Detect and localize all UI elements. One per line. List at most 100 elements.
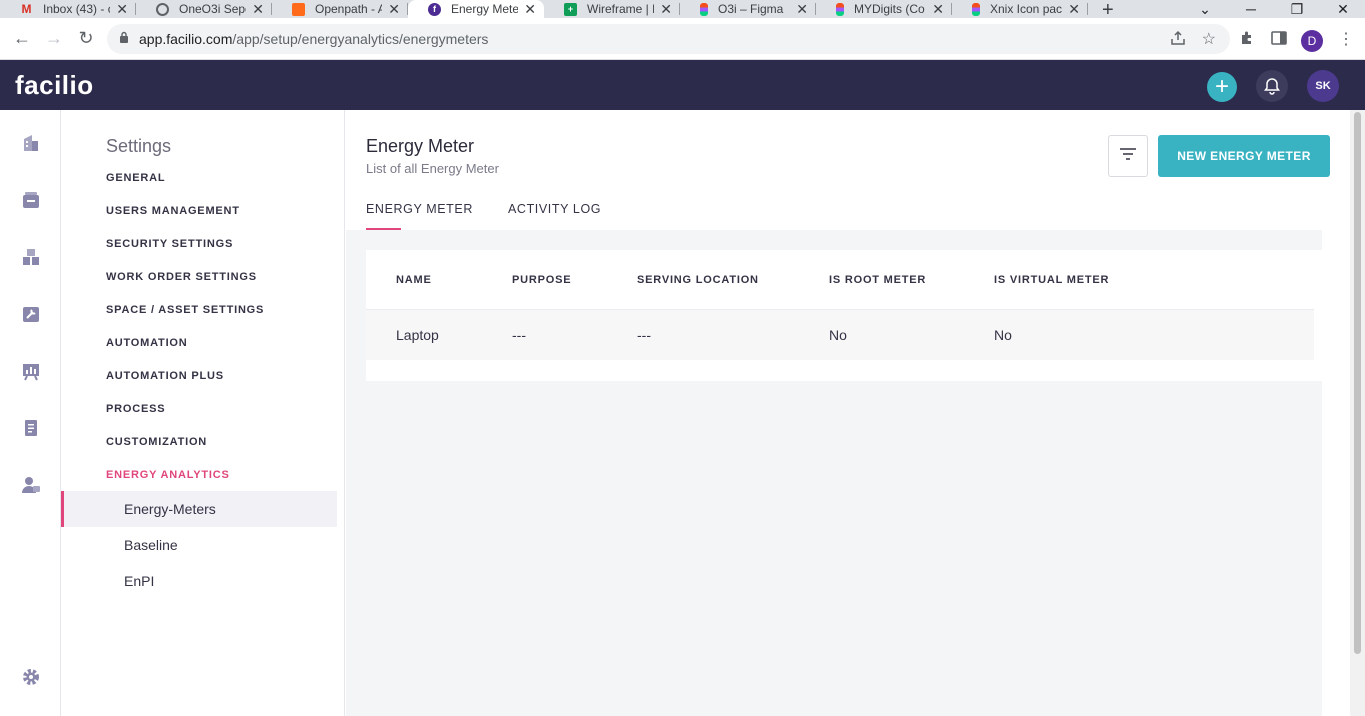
energy-meter-table: NAME PURPOSE SERVING LOCATION IS ROOT ME… [366,250,1322,381]
settings-item-users-management[interactable]: USERS MANAGEMENT [106,205,240,217]
column-header-is-virtual-meter[interactable]: IS VIRTUAL METER [994,274,1109,286]
settings-sidebar: Settings GENERAL USERS MANAGEMENT SECURI… [61,110,345,716]
browser-tab-openpath[interactable]: Openpath - A ✕ [272,0,408,18]
people-icon[interactable] [20,474,42,496]
scrollbar-thumb[interactable] [1354,112,1361,654]
module-rail [0,110,61,716]
close-icon[interactable]: ✕ [932,2,944,16]
browser-tab-title: Wireframe | F [587,2,655,16]
settings-item-customization[interactable]: CUSTOMIZATION [106,436,207,448]
settings-subitem-baseline[interactable]: Baseline [61,527,337,563]
settings-subitem-energy-meters[interactable]: Energy-Meters [61,491,337,527]
maximize-icon[interactable]: ❐ [1274,0,1320,18]
user-avatar[interactable]: SK [1307,70,1339,102]
url-text: app.facilio.com/app/setup/energyanalytic… [139,31,488,47]
cell-name[interactable]: Laptop [396,327,439,343]
browser-tab-title: Openpath - A [315,2,383,16]
report-icon[interactable] [20,417,42,439]
figma-icon [836,2,844,16]
settings-item-security-settings[interactable]: SECURITY SETTINGS [106,238,233,250]
forward-arrow-icon[interactable]: → [38,23,70,55]
globe-icon [156,2,169,16]
settings-item-general[interactable]: GENERAL [106,172,165,184]
dashboard-icon[interactable] [20,360,42,382]
browser-tab-oneo3i[interactable]: OneO3i Sepc ✕ [136,0,272,18]
browser-profile-avatar[interactable]: D [1301,30,1323,52]
url-path: /app/setup/energyanalytics/energymeters [232,31,489,47]
table-row[interactable]: Laptop --- --- No No [366,309,1314,360]
settings-item-process[interactable]: PROCESS [106,403,165,415]
page-tabs: ENERGY METER ACTIVITY LOG [346,198,1350,230]
browser-tab-xnix[interactable]: Xnix Icon pac ✕ [952,0,1088,18]
filter-icon [1119,147,1137,166]
close-icon[interactable]: ✕ [1068,2,1080,16]
openpath-icon [292,2,305,16]
url-input[interactable]: app.facilio.com/app/setup/energyanalytic… [107,24,1230,54]
back-arrow-icon[interactable]: ← [6,23,38,55]
close-icon[interactable]: ✕ [524,2,536,16]
browser-tab-title: Inbox (43) - cl [43,2,111,16]
maintenance-icon[interactable] [20,303,42,325]
browser-tab-figma-o3i[interactable]: O3i – Figma ✕ [680,0,816,18]
browser-tab-title: OneO3i Sepc [179,2,247,16]
close-icon[interactable]: ✕ [116,2,128,16]
column-header-is-root-meter[interactable]: IS ROOT METER [829,274,926,286]
inbox-icon[interactable] [20,189,42,211]
browser-tab-wireframe[interactable]: + Wireframe | F ✕ [544,0,680,18]
close-icon[interactable]: ✕ [660,2,672,16]
figma-icon [700,2,708,16]
settings-item-energy-analytics[interactable]: ENERGY ANALYTICS [106,469,230,481]
facilio-logo[interactable]: facilio [15,70,94,101]
column-header-name[interactable]: NAME [396,274,432,286]
url-host: app.facilio.com [139,31,233,47]
lock-icon [119,30,129,48]
new-energy-meter-button[interactable]: NEW ENERGY METER [1158,135,1330,177]
close-icon[interactable]: ✕ [796,2,808,16]
new-tab-button[interactable]: + [1102,0,1114,20]
app-header: facilio + SK [0,60,1365,110]
browser-tab-title: Energy Meter [451,2,519,16]
kebab-menu-icon[interactable]: ⋮ [1338,29,1354,49]
reload-icon[interactable]: ↻ [70,23,102,55]
browser-tab-title: O3i – Figma [718,2,784,16]
settings-subitem-enpi[interactable]: EnPI [61,563,337,599]
sheets-icon: + [564,2,577,16]
browser-tab-energy-meter[interactable]: f Energy Meter ✕ [408,0,544,18]
chevron-down-icon[interactable]: ⌄ [1182,0,1228,18]
gear-icon[interactable] [20,666,42,688]
facilio-icon: f [428,2,441,16]
settings-item-work-order-settings[interactable]: WORK ORDER SETTINGS [106,271,257,283]
minimize-icon[interactable]: ─ [1228,0,1274,18]
settings-title: Settings [106,136,172,156]
main-content: Energy Meter List of all Energy Meter NE… [346,110,1350,716]
tab-activity-log[interactable]: ACTIVITY LOG [508,202,601,216]
figma-icon [972,2,980,16]
assets-icon[interactable] [20,246,42,268]
browser-tab-strip: M Inbox (43) - cl ✕ OneO3i Sepc ✕ Openpa… [0,0,1365,20]
page-scrollbar[interactable] [1350,110,1365,716]
browser-tab-title: Xnix Icon pac [990,2,1063,16]
add-button[interactable]: + [1207,72,1237,102]
browser-tab-title: MYDigits (Co [854,2,925,16]
building-icon[interactable] [20,132,42,154]
address-bar: ← → ↻ app.facilio.com/app/setup/energyan… [0,18,1365,60]
tab-energy-meter[interactable]: ENERGY METER [366,202,473,216]
settings-item-space-asset-settings[interactable]: SPACE / ASSET SETTINGS [106,304,264,316]
notification-bell-icon[interactable] [1256,70,1288,102]
settings-item-automation-plus[interactable]: AUTOMATION PLUS [106,370,224,382]
window-close-icon[interactable]: ✕ [1320,0,1365,18]
browser-tab-mydigits[interactable]: MYDigits (Co ✕ [816,0,952,18]
cell-purpose: --- [512,327,526,343]
sidebar-toggle-icon[interactable] [1271,31,1287,50]
browser-tab-gmail[interactable]: M Inbox (43) - cl ✕ [0,0,136,18]
close-icon[interactable]: ✕ [388,2,400,16]
column-header-purpose[interactable]: PURPOSE [512,274,571,286]
share-icon[interactable] [1170,30,1186,51]
column-header-serving-location[interactable]: SERVING LOCATION [637,274,759,286]
star-icon[interactable]: ☆ [1202,29,1216,49]
cell-serving-location: --- [637,327,651,343]
extensions-icon[interactable] [1239,30,1255,51]
settings-item-automation[interactable]: AUTOMATION [106,337,188,349]
close-icon[interactable]: ✕ [252,2,264,16]
filter-button[interactable] [1108,135,1148,177]
